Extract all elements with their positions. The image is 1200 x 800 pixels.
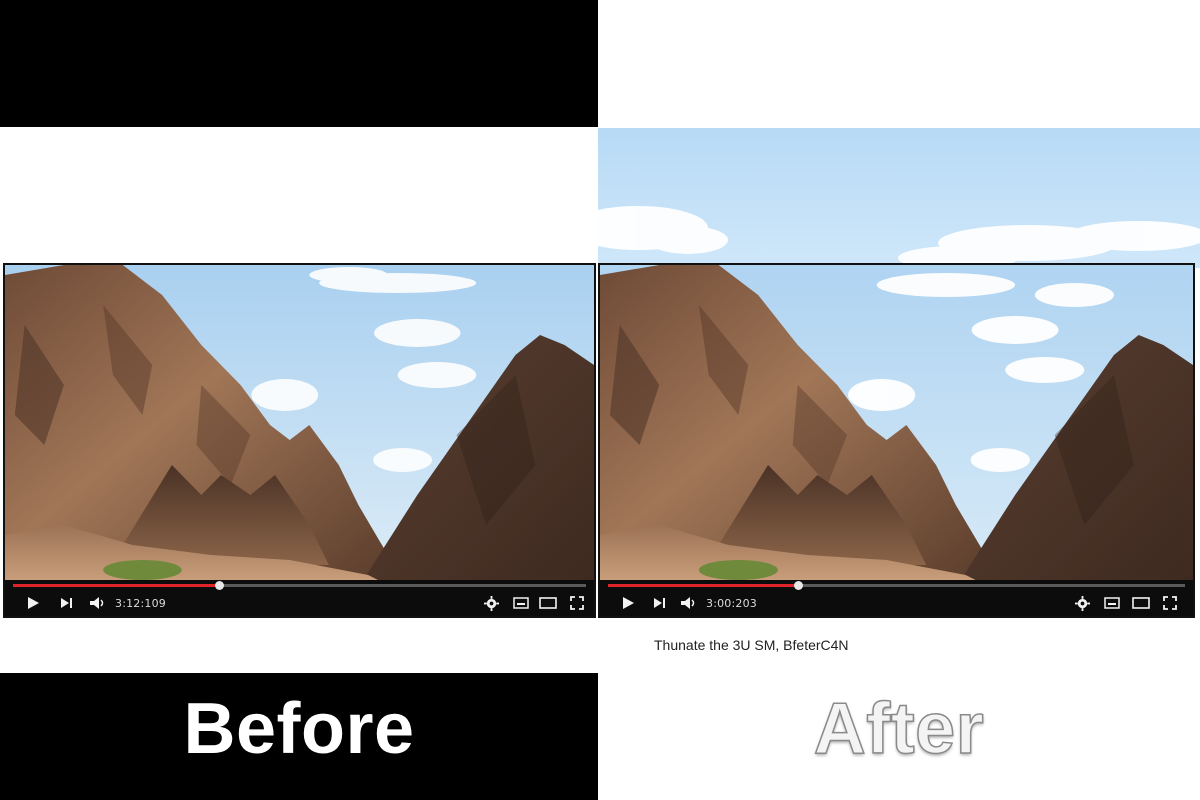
video-player-after[interactable]: 3:00:203 xyxy=(598,263,1195,618)
time-display: 3:00:203 xyxy=(706,597,758,610)
fullscreen-icon[interactable] xyxy=(1160,594,1180,612)
progress-bar[interactable] xyxy=(608,581,1185,590)
next-icon[interactable] xyxy=(650,594,670,612)
fullscreen-icon[interactable] xyxy=(567,594,587,612)
progress-bar[interactable] xyxy=(13,581,586,590)
theater-mode-icon[interactable] xyxy=(537,594,559,612)
subtitles-icon[interactable] xyxy=(511,594,531,612)
extended-sky xyxy=(598,128,1200,268)
theater-mode-icon[interactable] xyxy=(1130,594,1152,612)
mountain-image xyxy=(5,265,594,580)
progress-scrubber[interactable] xyxy=(215,581,225,590)
before-panel: 3:12:109 Before xyxy=(0,0,598,800)
player-controls: 3:12:109 xyxy=(5,580,594,616)
after-panel: 3:00:203 Thunate the 3U SM, BfeterC4N Af… xyxy=(598,0,1200,800)
top-black-bar xyxy=(0,0,598,127)
mountain-image xyxy=(600,265,1193,580)
next-icon[interactable] xyxy=(57,594,77,612)
before-label: Before xyxy=(183,689,415,769)
gear-icon[interactable] xyxy=(1072,594,1092,612)
player-controls: 3:00:203 xyxy=(600,580,1193,616)
progress-played xyxy=(13,584,220,587)
volume-icon[interactable] xyxy=(87,594,109,612)
video-frame[interactable] xyxy=(5,265,594,580)
time-display: 3:12:109 xyxy=(115,597,167,610)
video-frame[interactable] xyxy=(600,265,1193,580)
video-player-before[interactable]: 3:12:109 xyxy=(3,263,596,618)
play-icon[interactable] xyxy=(618,594,638,612)
progress-played xyxy=(608,584,799,587)
volume-icon[interactable] xyxy=(678,594,700,612)
play-icon[interactable] xyxy=(23,594,43,612)
after-label: After xyxy=(813,688,985,770)
video-caption: Thunate the 3U SM, BfeterC4N xyxy=(654,637,849,653)
subtitles-icon[interactable] xyxy=(1102,594,1122,612)
gear-icon[interactable] xyxy=(481,594,501,612)
progress-scrubber[interactable] xyxy=(794,581,804,590)
